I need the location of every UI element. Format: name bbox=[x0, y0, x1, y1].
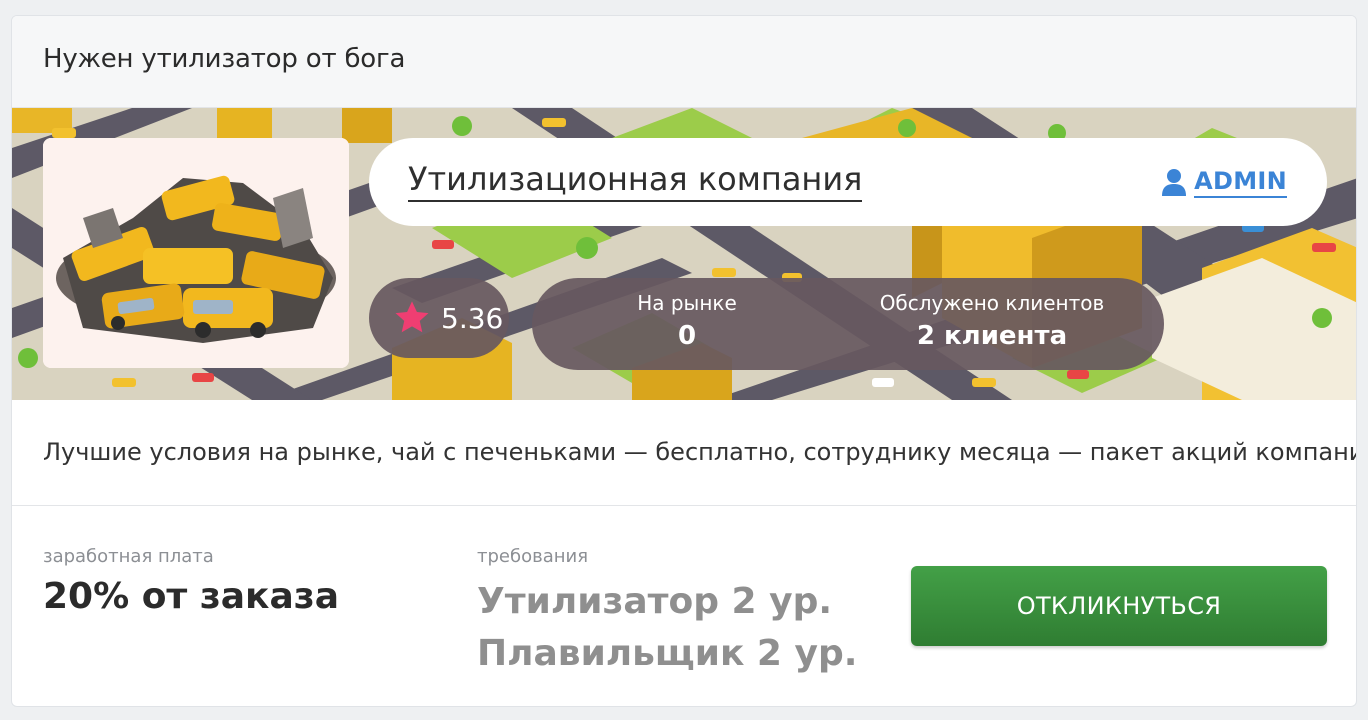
company-stats: На рынке 0 Обслужено клиентов 2 клиента bbox=[532, 278, 1164, 370]
company-banner: Утилизационная компания ADMIN 5.36 На ры… bbox=[12, 108, 1356, 400]
job-description: Лучшие условия на рынке, чай с печенькам… bbox=[43, 438, 1357, 466]
requirement-item: Плавильщик 2 ур. bbox=[477, 633, 858, 674]
stat-clients-served: Обслужено клиентов 2 клиента bbox=[872, 290, 1112, 356]
job-title: Нужен утилизатор от бога bbox=[43, 44, 406, 74]
company-owner[interactable]: ADMIN bbox=[1162, 166, 1287, 198]
star-icon bbox=[395, 301, 429, 333]
rating-badge: 5.36 bbox=[369, 278, 509, 358]
owner-name-link[interactable]: ADMIN bbox=[1194, 166, 1287, 198]
job-card: Нужен утилизатор от бога Утилизационная … bbox=[11, 15, 1357, 707]
requirement-item: Утилизатор 2 ур. bbox=[477, 581, 833, 622]
stat-clients-served-label: Обслужено клиентов bbox=[879, 291, 1105, 315]
stat-clients-served-value: 2 клиента bbox=[916, 321, 1068, 351]
company-name-link[interactable]: Утилизационная компания bbox=[408, 160, 863, 202]
company-logo bbox=[43, 138, 349, 368]
rating-value: 5.36 bbox=[441, 301, 504, 335]
company-header: Утилизационная компания ADMIN bbox=[369, 138, 1327, 226]
stat-on-market: На рынке 0 bbox=[612, 290, 762, 356]
stat-on-market-label: На рынке bbox=[637, 291, 737, 315]
salary-value: 20% от заказа bbox=[43, 576, 339, 617]
user-icon bbox=[1162, 169, 1187, 196]
requirements-list: Утилизатор 2 ур. Плавильщик 2 ур. bbox=[477, 576, 857, 680]
apply-button[interactable]: ОТКЛИКНУТЬСЯ bbox=[911, 566, 1327, 646]
divider bbox=[12, 505, 1356, 506]
stat-on-market-value: 0 bbox=[677, 321, 697, 351]
taxi-scrap-heap-image bbox=[43, 138, 349, 368]
card-header: Нужен утилизатор от бога bbox=[12, 16, 1356, 108]
requirements-label: требования bbox=[477, 546, 589, 567]
salary-label: заработная плата bbox=[43, 546, 214, 567]
